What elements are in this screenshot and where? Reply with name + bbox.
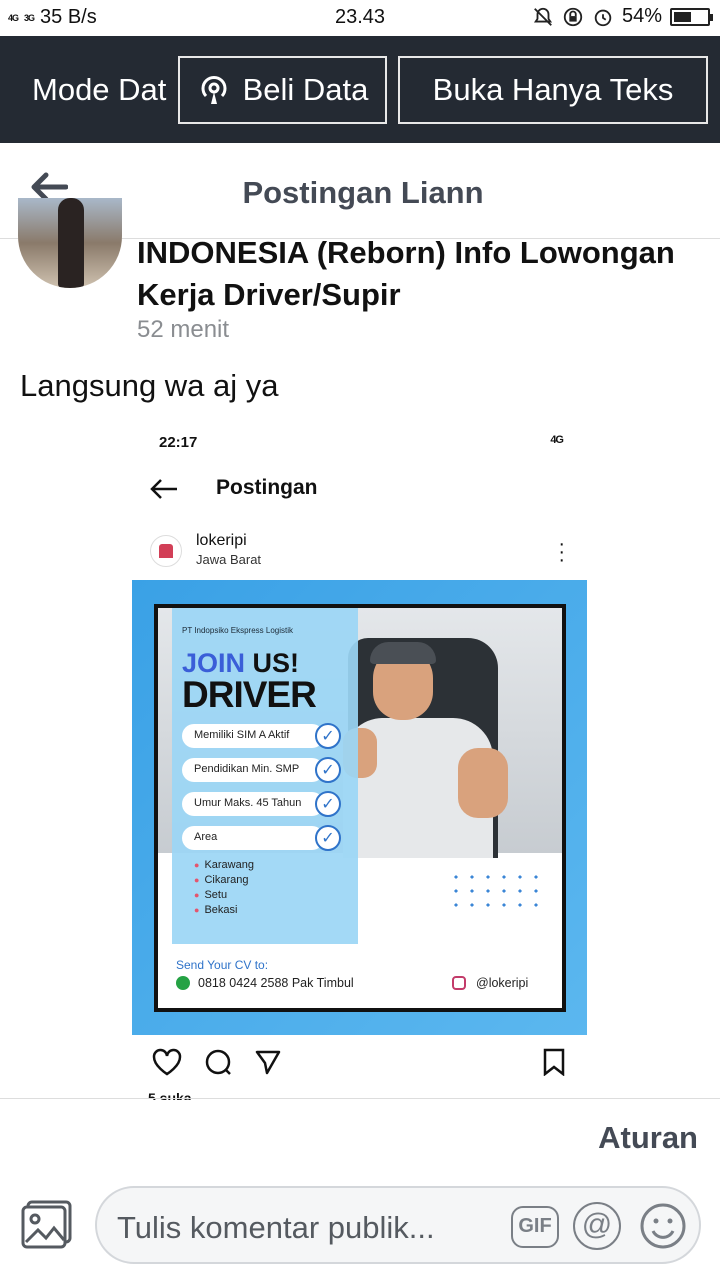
driver-arm <box>458 748 508 818</box>
requirement-item: Memiliki SIM A Aktif <box>182 724 324 748</box>
data-mode-label[interactable]: Mode Dat <box>32 72 178 108</box>
broadcast-icon <box>201 76 227 104</box>
embedded-location: Jawa Barat <box>196 552 262 567</box>
instagram-icon <box>452 976 466 990</box>
instagram-text: @lokeripi <box>476 976 529 990</box>
post-image[interactable]: 22:17 4G Postingan lokeripi Jawa Barat ·… <box>132 420 587 1100</box>
area-item: Setu <box>194 888 254 903</box>
gif-button[interactable]: GIF <box>511 1206 559 1248</box>
buy-data-button[interactable]: Beli Data <box>178 56 387 124</box>
embedded-time: 22:17 <box>159 434 198 451</box>
driver-cap <box>370 642 436 664</box>
lock-rotation-icon <box>563 7 583 26</box>
text-only-label: Buka Hanya Teks <box>432 72 674 107</box>
check-icon: ✓ <box>315 825 341 851</box>
requirement-item: Pendidikan Min. SMP <box>182 758 324 782</box>
requirements-panel: PT Indopsiko Ekspress Logistik JOIN US! … <box>172 608 358 944</box>
embedded-title: Postingan <box>216 476 318 499</box>
area-item: Bekasi <box>194 903 254 918</box>
page: 4G 3G 35 B/s 23.43 54% Mode Dat Beli Dat… <box>0 0 720 1280</box>
battery-icon <box>670 7 713 26</box>
contact-phone: 0818 0424 2588 Pak Timbul <box>176 976 354 990</box>
heart-icon <box>152 1048 182 1076</box>
area-list: Karawang Cikarang Setu Bekasi <box>194 858 254 918</box>
battery-percent: 54% <box>621 5 662 27</box>
whatsapp-icon <box>176 976 190 990</box>
comment-input[interactable]: Tulis komentar publik... GIF @ <box>95 1186 701 1264</box>
mention-button[interactable]: @ <box>573 1202 621 1250</box>
battery-fill <box>674 11 692 22</box>
embedded-username: lokeripi <box>196 532 247 549</box>
embedded-back-icon <box>150 479 177 499</box>
mute-icon <box>533 7 553 26</box>
post-time[interactable]: 52 menit <box>137 316 229 344</box>
embedded-actions <box>152 1048 572 1078</box>
phone-text: 0818 0424 2588 Pak Timbul <box>198 976 354 990</box>
emoji-icon[interactable] <box>639 1202 687 1250</box>
requirement-item: Area <box>182 826 324 850</box>
job-poster: PT Indopsiko Ekspress Logistik JOIN US! … <box>132 580 587 1035</box>
post-text: Langsung wa aj ya <box>20 368 279 403</box>
more-options-icon: · · · <box>558 533 565 571</box>
group-name[interactable]: INDONESIA (Reborn) Info Lowongan Kerja D… <box>137 232 697 316</box>
status-right: 54% <box>532 5 713 28</box>
bookmark-icon <box>543 1048 565 1076</box>
send-cv-label: Send Your CV to: <box>176 958 269 972</box>
comment-icon <box>205 1049 231 1075</box>
check-icon: ✓ <box>315 757 341 783</box>
company-name: PT Indopsiko Ekspress Logistik <box>182 626 294 635</box>
dot-pattern <box>448 870 543 912</box>
instagram-handle: @lokeripi <box>452 976 528 990</box>
area-item: Cikarang <box>194 873 254 888</box>
group-avatar[interactable] <box>18 198 122 288</box>
divider <box>0 1098 720 1099</box>
status-bar: 4G 3G 35 B/s 23.43 54% <box>0 0 720 36</box>
poster-frame: PT Indopsiko Ekspress Logistik JOIN US! … <box>154 604 566 1012</box>
avatar-figure <box>58 198 84 288</box>
requirement-item: Umur Maks. 45 Tahun <box>182 792 324 816</box>
driver-heading: DRIVER <box>182 674 317 715</box>
text-only-button[interactable]: Buka Hanya Teks <box>398 56 708 124</box>
check-icon: ✓ <box>315 791 341 817</box>
embedded-avatar <box>150 535 182 567</box>
data-mode-bar: Mode Dat Beli Data Buka Hanya Teks <box>0 36 720 143</box>
embedded-status-icons: 4G <box>550 434 564 446</box>
photo-icon[interactable] <box>20 1198 74 1250</box>
comment-placeholder: Tulis komentar publik... <box>117 1210 435 1245</box>
share-icon <box>255 1050 281 1075</box>
area-item: Karawang <box>194 858 254 873</box>
buy-data-label: Beli Data <box>242 72 369 107</box>
check-icon: ✓ <box>315 723 341 749</box>
rules-link[interactable]: Aturan <box>598 1120 698 1156</box>
alarm-icon <box>594 9 612 26</box>
